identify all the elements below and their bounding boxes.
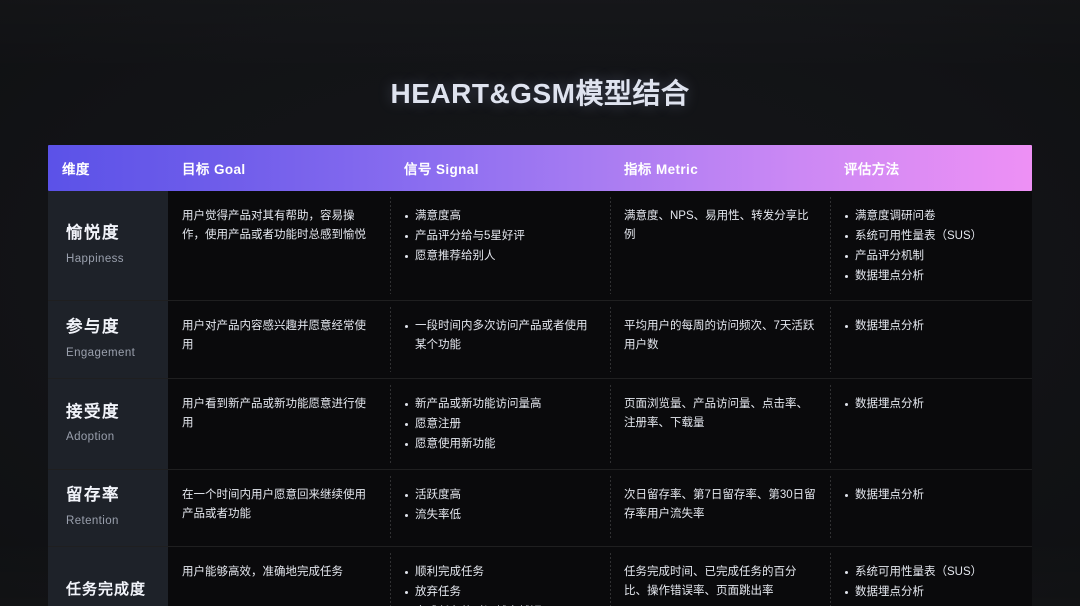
metric-cell: 任务完成时间、已完成任务的百分比、操作错误率、页面跳出率 <box>610 547 830 606</box>
column-header-dimension: 维度 <box>62 162 90 177</box>
dimension-label-en: Engagement <box>66 346 136 359</box>
list-item: 一段时间内多次访问产品或者使用某个功能 <box>404 317 596 355</box>
column-header-signal: 信号 Signal <box>404 162 479 177</box>
signal-cell: 满意度高 产品评分给与5星好评 愿意推荐给别人 <box>390 191 610 300</box>
list-item: 满意度调研问卷 <box>844 207 1018 226</box>
list-item: 系统可用性量表（SUS） <box>844 227 1018 246</box>
page-title: HEART&GSM模型结合 <box>390 78 690 109</box>
goal-cell: 在一个时间内用户愿意回来继续使用产品或者功能 <box>168 470 390 546</box>
dimension-label-en: Adoption <box>66 431 115 444</box>
goal-text: 用户看到新产品或新功能愿意进行使用 <box>182 398 366 430</box>
table-header-row: 维度 目标 Goal 信号 Signal 指标 Metric 评估方法 <box>48 145 1032 191</box>
list-item: 愿意注册 <box>404 415 596 434</box>
goal-text: 用户能够高效，准确地完成任务 <box>182 566 343 579</box>
dimension-cell: 任务完成度 Task Success <box>48 547 168 606</box>
goal-text: 用户对产品内容感兴趣并愿意经常使用 <box>182 320 366 352</box>
list-item: 放弃任务 <box>404 583 596 602</box>
list-item: 数据埋点分析 <box>844 317 1018 336</box>
dimension-label-cn: 愉悦度 <box>66 224 120 243</box>
list-item: 顺利完成任务 <box>404 563 596 582</box>
table-row: 任务完成度 Task Success 用户能够高效，准确地完成任务 顺利完成任务… <box>48 547 1032 606</box>
signal-cell: 顺利完成任务 放弃任务 完成任务的时间越来越短 操作时出错率越来越低 <box>390 547 610 606</box>
goal-cell: 用户觉得产品对其有帮助，容易操作，使用产品或者功能时总感到愉悦 <box>168 191 390 300</box>
method-list: 满意度调研问卷 系统可用性量表（SUS） 产品评分机制 数据埋点分析 <box>844 207 1018 285</box>
metric-cell: 满意度、NPS、易用性、转发分享比例 <box>610 191 830 300</box>
list-item: 产品评分机制 <box>844 247 1018 266</box>
signal-list: 一段时间内多次访问产品或者使用某个功能 <box>404 317 596 355</box>
signal-cell: 一段时间内多次访问产品或者使用某个功能 <box>390 301 610 378</box>
list-item: 愿意推荐给别人 <box>404 247 596 266</box>
table-row: 留存率 Retention 在一个时间内用户愿意回来继续使用产品或者功能 活跃度… <box>48 470 1032 548</box>
dimension-label-en: Happiness <box>66 252 124 265</box>
method-cell: 数据埋点分析 <box>830 379 1032 469</box>
metric-text: 满意度、NPS、易用性、转发分享比例 <box>624 210 809 241</box>
dimension-label-en: Retention <box>66 514 119 527</box>
metric-text: 页面浏览量、产品访问量、点击率、注册率、下载量 <box>624 398 808 430</box>
signal-list: 新产品或新功能访问量高 愿意注册 愿意使用新功能 <box>404 395 596 454</box>
method-list: 系统可用性量表（SUS） 数据埋点分析 <box>844 563 1018 602</box>
list-item: 活跃度高 <box>404 486 596 505</box>
dimension-label-cn: 参与度 <box>66 318 120 337</box>
signal-cell: 活跃度高 流失率低 <box>390 470 610 546</box>
dimension-label-cn: 留存率 <box>66 486 120 505</box>
method-cell: 满意度调研问卷 系统可用性量表（SUS） 产品评分机制 数据埋点分析 <box>830 191 1032 300</box>
metric-text: 任务完成时间、已完成任务的百分比、操作错误率、页面跳出率 <box>624 566 797 597</box>
metric-cell: 平均用户的每周的访问频次、7天活跃用户数 <box>610 301 830 378</box>
column-header-method: 评估方法 <box>844 162 900 177</box>
table-row: 愉悦度 Happiness 用户觉得产品对其有帮助，容易操作，使用产品或者功能时… <box>48 191 1032 302</box>
list-item: 流失率低 <box>404 506 596 525</box>
goal-cell: 用户对产品内容感兴趣并愿意经常使用 <box>168 301 390 378</box>
goal-cell: 用户看到新产品或新功能愿意进行使用 <box>168 379 390 469</box>
dimension-cell: 参与度 Engagement <box>48 301 168 379</box>
list-item: 新产品或新功能访问量高 <box>404 395 596 414</box>
table-row: 接受度 Adoption 用户看到新产品或新功能愿意进行使用 新产品或新功能访问… <box>48 379 1032 471</box>
list-item: 数据埋点分析 <box>844 267 1018 286</box>
method-list: 数据埋点分析 <box>844 317 1018 336</box>
signal-cell: 新产品或新功能访问量高 愿意注册 愿意使用新功能 <box>390 379 610 469</box>
dimension-cell: 愉悦度 Happiness <box>48 191 168 301</box>
signal-list: 活跃度高 流失率低 <box>404 486 596 525</box>
metric-cell: 次日留存率、第7日留存率、第30日留存率用户流失率 <box>610 470 830 546</box>
list-item: 愿意使用新功能 <box>404 435 596 454</box>
goal-text: 在一个时间内用户愿意回来继续使用产品或者功能 <box>182 489 366 520</box>
metric-text: 次日留存率、第7日留存率、第30日留存率用户流失率 <box>624 489 816 520</box>
signal-list: 满意度高 产品评分给与5星好评 愿意推荐给别人 <box>404 207 596 266</box>
list-item: 系统可用性量表（SUS） <box>844 563 1018 582</box>
dimension-cell: 接受度 Adoption <box>48 379 168 470</box>
list-item: 数据埋点分析 <box>844 486 1018 505</box>
method-list: 数据埋点分析 <box>844 395 1018 414</box>
heart-gsm-table: 维度 目标 Goal 信号 Signal 指标 Metric 评估方法 愉悦度 … <box>48 145 1032 606</box>
method-cell: 数据埋点分析 <box>830 301 1032 378</box>
goal-text: 用户觉得产品对其有帮助，容易操作，使用产品或者功能时总感到愉悦 <box>182 210 366 241</box>
metric-text: 平均用户的每周的访问频次、7天活跃用户数 <box>624 320 815 352</box>
column-header-goal: 目标 Goal <box>182 162 246 177</box>
goal-cell: 用户能够高效，准确地完成任务 <box>168 547 390 606</box>
metric-cell: 页面浏览量、产品访问量、点击率、注册率、下载量 <box>610 379 830 469</box>
method-list: 数据埋点分析 <box>844 486 1018 505</box>
signal-list: 顺利完成任务 放弃任务 完成任务的时间越来越短 操作时出错率越来越低 <box>404 563 596 606</box>
method-cell: 数据埋点分析 <box>830 470 1032 546</box>
table-row: 参与度 Engagement 用户对产品内容感兴趣并愿意经常使用 一段时间内多次… <box>48 301 1032 380</box>
slide-canvas: HEART&GSM模型结合 维度 目标 Goal 信号 Signal 指标 Me… <box>0 0 1080 606</box>
dimension-cell: 留存率 Retention <box>48 470 168 547</box>
list-item: 数据埋点分析 <box>844 395 1018 414</box>
column-header-metric: 指标 Metric <box>624 162 699 177</box>
table-body: 愉悦度 Happiness 用户觉得产品对其有帮助，容易操作，使用产品或者功能时… <box>48 191 1032 606</box>
list-item: 产品评分给与5星好评 <box>404 227 596 246</box>
list-item: 满意度高 <box>404 207 596 226</box>
list-item: 数据埋点分析 <box>844 583 1018 602</box>
method-cell: 系统可用性量表（SUS） 数据埋点分析 <box>830 547 1032 606</box>
dimension-label-cn: 接受度 <box>66 402 120 421</box>
dimension-label-cn: 任务完成度 <box>66 581 147 599</box>
